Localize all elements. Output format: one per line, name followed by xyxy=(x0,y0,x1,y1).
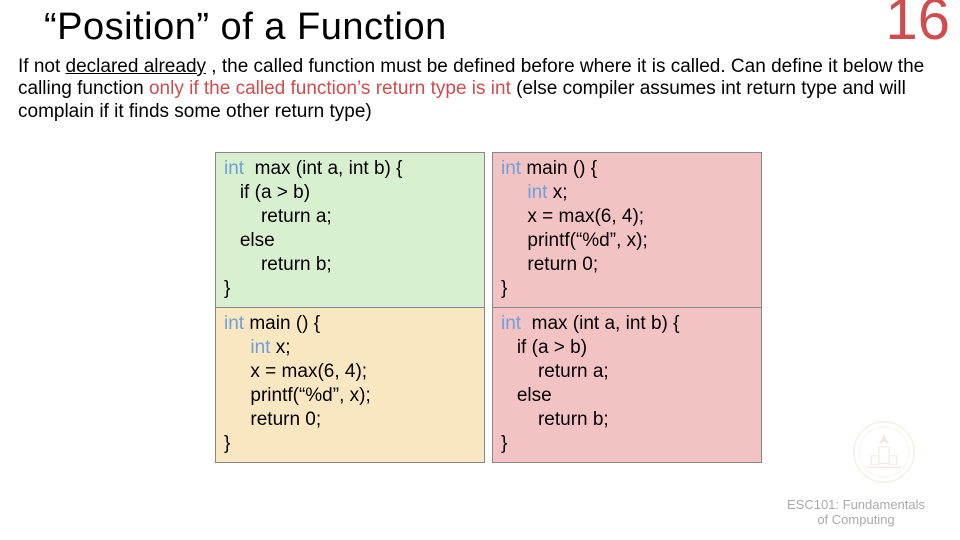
codebox-max-first: int max (int a, int b) { if (a > b) retu… xyxy=(215,152,485,308)
codebox-main-first: int main () { int x; x = max(6, 4); prin… xyxy=(492,152,762,308)
body-seg-underlined: declared already xyxy=(66,56,206,77)
codebox-max-second: int max (int a, int b) { if (a > b) retu… xyxy=(492,307,762,463)
body-seg-1: If not xyxy=(18,56,66,77)
slide-title: “Position” of a Function xyxy=(44,6,447,49)
codebox-main-second: int main () { int x; x = max(6, 4); prin… xyxy=(215,307,485,463)
slide-number: 16 xyxy=(885,0,950,53)
body-paragraph: If not declared already , the called fun… xyxy=(18,56,948,123)
institute-logo-icon xyxy=(852,420,916,484)
footer-course-label: ESC101: Fundamentals of Computing xyxy=(766,497,946,528)
body-seg-accent: only if the called function’s return typ… xyxy=(149,78,511,99)
